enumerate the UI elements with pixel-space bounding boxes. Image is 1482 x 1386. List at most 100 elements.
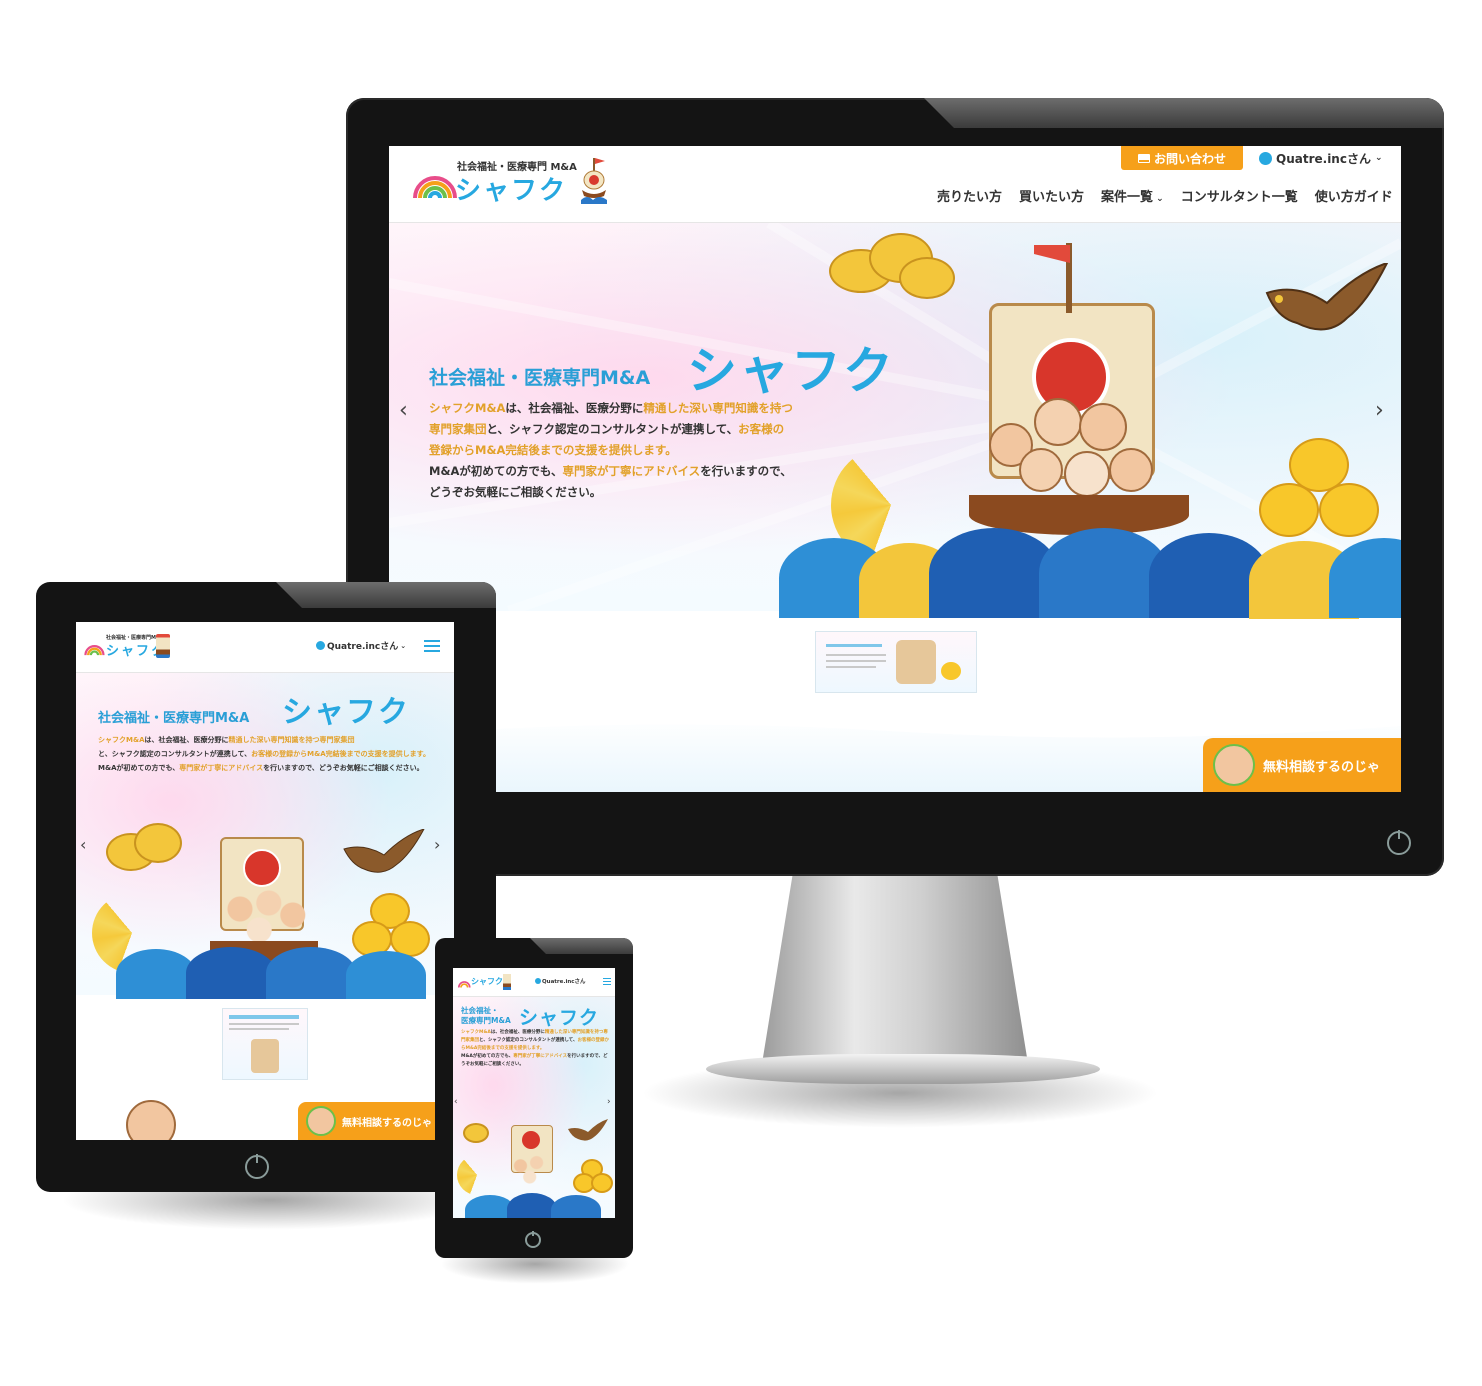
hero-text-2c: お客様の xyxy=(738,422,785,436)
chevron-down-icon: ⌄ xyxy=(1374,153,1383,163)
hero-title-big: シャフク xyxy=(519,1007,600,1029)
hero-text-1a: シャフクM&A xyxy=(429,401,506,415)
phone-header: シャフク Quatre.incさん xyxy=(453,968,615,997)
gold-bag-decoration xyxy=(591,1173,613,1193)
hero-text-1b: は、社会福祉、医療分野に xyxy=(505,401,644,415)
user-name: Quatre.incさん xyxy=(542,979,586,985)
hero-text-4c: を行いますので、 xyxy=(263,764,319,772)
hero-title-big: シャフク xyxy=(282,695,410,730)
phone-frame: シャフク Quatre.incさん 社会福祉・ 医療専門M&A シャフク シャフ… xyxy=(435,938,633,1258)
lucky-gods-group xyxy=(216,885,312,945)
eagle-illustration xyxy=(1265,263,1389,331)
folding-fan-decoration xyxy=(457,1155,497,1195)
nav-listings[interactable]: 案件一覧 ⌄ xyxy=(1101,186,1164,205)
user-name: Quatre.incさん xyxy=(327,642,399,652)
rainbow-logo-icon[interactable] xyxy=(411,160,457,200)
lucky-gods-group xyxy=(979,393,1169,503)
wave-decoration xyxy=(551,1195,601,1218)
treasure-ship-illustration xyxy=(455,1115,613,1218)
hero-text-4a: M&Aが初めての方でも、 xyxy=(461,1054,514,1059)
hero-description: シャフクM&Aは、社会福祉、医療分野に精通した深い専門知識を持つ専門家集団と、シ… xyxy=(461,1029,609,1069)
hero-text-1b: は、社会福祉、医療分野に xyxy=(144,736,229,744)
mascot-avatar-icon xyxy=(306,1106,336,1136)
ship-sail-emblem xyxy=(522,1131,540,1149)
nav-buy[interactable]: 買いたい方 xyxy=(1019,186,1084,205)
desktop-header: 社会福祉・医療専門 M&A シャフク お問い合わせ Quatre.incさん ⌄… xyxy=(389,146,1401,223)
hero-text-4a: M&Aが初めての方でも、 xyxy=(429,464,563,478)
user-name: Quatre.incさん xyxy=(1276,151,1371,166)
menu-icon[interactable] xyxy=(424,640,440,652)
desktop-screen: 社会福祉・医療専門 M&A シャフク お問い合わせ Quatre.incさん ⌄… xyxy=(389,146,1401,792)
hero-text-3: 登録からM&A完結後までの支援を提供します。 xyxy=(279,750,430,758)
user-icon xyxy=(1259,151,1272,165)
treasure-ship-logo-icon xyxy=(579,156,609,206)
hero-title-small: 社会福祉・医療専門M&A xyxy=(429,367,651,389)
user-menu[interactable]: Quatre.incさん xyxy=(535,977,586,985)
ship-flag xyxy=(1034,245,1070,263)
mascot-avatar-icon xyxy=(1213,744,1255,786)
hero-text-4b: 専門家が丁寧にアドバイス xyxy=(562,464,701,478)
gold-cloud-decoration xyxy=(134,823,182,863)
hero-banner: 社会福祉・ 医療専門M&A シャフク シャフクM&Aは、社会福祉、医療分野に精通… xyxy=(453,997,615,1218)
hero-banner: 社会福祉・医療専門M&A シャフク シャフクM&Aは、社会福祉、医療分野に精通し… xyxy=(389,223,1401,619)
hero-text-4a: M&Aが初めての方でも、 xyxy=(98,764,180,772)
nav-sell[interactable]: 売りたい方 xyxy=(937,186,1002,205)
slider-thumbnail[interactable] xyxy=(815,631,977,693)
hero-text-4b: 専門家が丁寧にアドバイス xyxy=(179,764,264,772)
slider-thumbnail[interactable] xyxy=(222,1008,308,1080)
mascot-peek-illustration xyxy=(126,1100,176,1140)
rainbow-logo-icon[interactable] xyxy=(82,638,106,656)
monitor-stand-base xyxy=(706,1054,1100,1084)
hero-text-1c: 精通した深い専門知識を持つ xyxy=(643,401,793,415)
hero-text-1c: 精通した深い専門知識を持つ xyxy=(228,736,320,744)
wave-decoration xyxy=(346,951,426,999)
arrow-left-icon[interactable]: ‹ xyxy=(454,1097,458,1107)
hero-text-1a: シャフクM&A xyxy=(98,736,145,744)
cta-label: 無料相談するのじゃ xyxy=(1263,759,1381,775)
hero-text-5: どうぞお気軽にご相談ください。 xyxy=(429,485,602,499)
logo-title[interactable]: シャフク xyxy=(455,170,567,207)
gold-cloud-decoration xyxy=(463,1123,489,1143)
hero-text-4c: を行いますので、 xyxy=(567,1054,603,1059)
tablet-frame: 社会福祉・医療専門M&A シャフク Quatre.incさん ⌄ 社会福祉・医療… xyxy=(36,582,496,1192)
hero-text-4c: を行いますので、 xyxy=(700,464,792,478)
power-icon[interactable] xyxy=(1387,831,1411,855)
logo-title[interactable]: シャフク xyxy=(471,976,503,987)
hero-text-2a: 専門家集団 xyxy=(319,736,355,744)
hero-text-2b: と、シャフク認定のコンサルタントが連携して、 xyxy=(98,750,252,758)
arrow-right-icon[interactable]: › xyxy=(607,1097,611,1107)
wave-decoration xyxy=(186,947,276,999)
contact-button[interactable]: お問い合わせ xyxy=(1121,146,1243,170)
mail-icon xyxy=(1137,153,1150,163)
treasure-ship-logo-icon xyxy=(156,634,170,658)
nav-consultants[interactable]: コンサルタント一覧 xyxy=(1181,186,1298,205)
hero-text-1c: 精通した深い専門知識を持つ xyxy=(544,1030,604,1035)
tablet-gloss xyxy=(276,582,496,608)
treasure-ship-logo-icon xyxy=(503,974,511,990)
hero-description: シャフクM&Aは、社会福祉、医療分野に精通した深い専門知識を持つ 専門家集団と、… xyxy=(429,398,849,503)
user-menu[interactable]: Quatre.incさん ⌄ xyxy=(1259,148,1383,168)
user-menu[interactable]: Quatre.incさん ⌄ xyxy=(316,639,406,652)
phone-screen: シャフク Quatre.incさん 社会福祉・ 医療専門M&A シャフク シャフ… xyxy=(453,968,615,1218)
nav-guide[interactable]: 使い方ガイド xyxy=(1315,186,1393,205)
monitor-gloss xyxy=(924,98,1444,128)
chevron-down-icon: ⌄ xyxy=(1153,194,1164,204)
hero-text-4b: 専門家が丁寧にアドバイス xyxy=(513,1054,568,1059)
hero-text-2a: 専門家集団 xyxy=(429,422,487,436)
hero-description: シャフクM&Aは、社会福祉、医療分野に精通した深い専門知識を持つ専門家集団 と、… xyxy=(98,733,438,775)
rainbow-logo-icon[interactable] xyxy=(457,977,471,988)
phone-gloss xyxy=(530,938,633,954)
menu-icon[interactable] xyxy=(603,978,611,985)
chevron-down-icon: ⌄ xyxy=(400,641,407,650)
contact-button-label: お問い合わせ xyxy=(1153,151,1226,166)
tablet-header: 社会福祉・医療専門M&A シャフク Quatre.incさん ⌄ xyxy=(76,622,454,673)
power-icon[interactable] xyxy=(525,1232,541,1248)
wave-decoration xyxy=(266,947,356,999)
hero-text-1a: シャフクM&A xyxy=(461,1030,491,1035)
free-consultation-button[interactable]: 無料相談するのじゃ xyxy=(298,1102,454,1140)
eagle-illustration xyxy=(568,1119,608,1141)
arrow-left-icon[interactable]: ‹ xyxy=(399,398,408,423)
monitor-frame: 社会福祉・医療専門 M&A シャフク お問い合わせ Quatre.incさん ⌄… xyxy=(346,98,1444,876)
power-icon[interactable] xyxy=(245,1155,269,1179)
free-consultation-button[interactable]: 無料相談するのじゃ xyxy=(1203,738,1401,792)
